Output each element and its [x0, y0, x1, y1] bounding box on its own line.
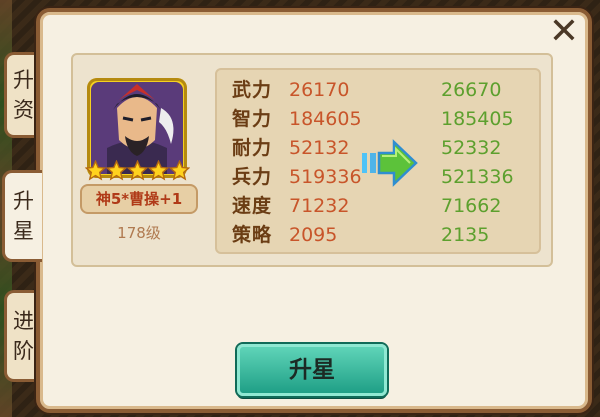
tab-label-char: 星 [13, 219, 34, 243]
stat-label: 武力 [232, 79, 273, 101]
stat-current-value: 52132 [289, 137, 350, 159]
hero-level: 178级 [117, 224, 161, 242]
tab-label-char: 升 [13, 68, 34, 92]
tab-advance[interactable]: 进 阶 [4, 290, 40, 382]
stat-current-value: 184605 [289, 108, 362, 130]
stat-label: 策略 [232, 224, 273, 246]
stat-current-value: 2095 [289, 224, 338, 246]
stat-row: 策略 2095 2135 [217, 221, 543, 250]
stat-row: 速度 71232 71662 [217, 192, 543, 221]
stat-current-value: 26170 [289, 79, 350, 101]
stat-label: 兵力 [232, 166, 273, 188]
stat-row: 智力 184605 185405 [217, 105, 543, 134]
stat-row: 武力 26170 26670 [217, 76, 543, 105]
tab-label-char: 升 [13, 189, 34, 213]
tab-label-char: 进 [13, 309, 34, 333]
stat-current-value: 71232 [289, 195, 350, 217]
stat-label: 速度 [232, 195, 273, 217]
stat-next-value: 71662 [441, 195, 502, 217]
stat-next-value: 26670 [441, 79, 502, 101]
stat-next-value: 521336 [441, 166, 514, 188]
upgrade-star-button[interactable]: 升星 [237, 344, 387, 396]
star-icon [168, 160, 190, 181]
stat-next-value: 52332 [441, 137, 502, 159]
close-icon[interactable]: ✕ [544, 14, 584, 50]
right-arrow-icon [362, 139, 418, 187]
stat-label: 耐力 [232, 137, 273, 159]
tab-label-char: 资 [13, 98, 34, 122]
tab-upgrade-star[interactable]: 升 星 [2, 170, 42, 262]
hero-name: 神5*曹操+1 [80, 184, 198, 214]
star-icon [105, 160, 127, 181]
stat-current-value: 519336 [289, 166, 362, 188]
stat-next-value: 185405 [441, 108, 514, 130]
star-icon [84, 160, 106, 181]
star-icon [126, 160, 148, 181]
stat-label: 智力 [232, 108, 273, 130]
tab-upgrade-level[interactable]: 升 资 [4, 52, 40, 138]
tab-label-char: 阶 [13, 339, 34, 363]
star-icon [147, 160, 169, 181]
stat-next-value: 2135 [441, 224, 490, 246]
star-rating [84, 160, 190, 182]
